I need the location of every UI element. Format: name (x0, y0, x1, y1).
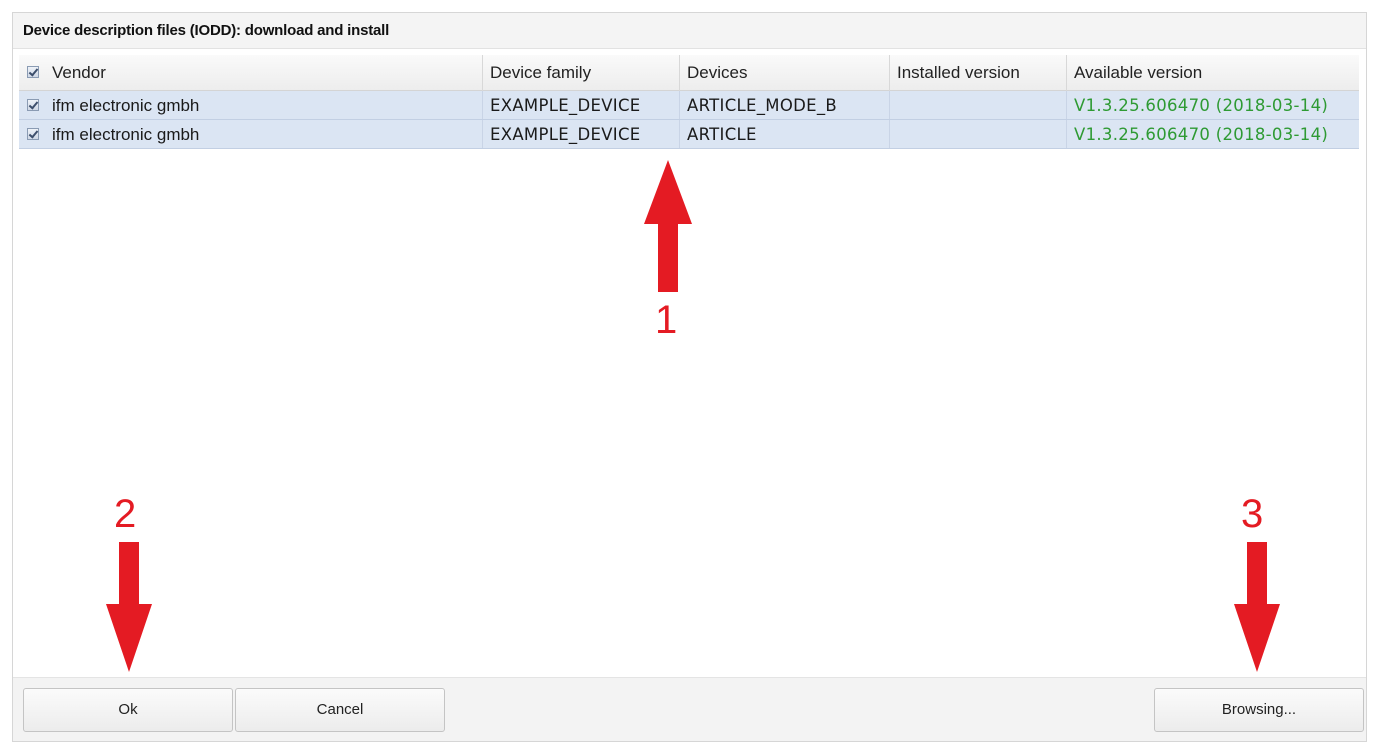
cell-device-family: EXAMPLE_DEVICE (483, 120, 680, 148)
cell-vendor: ifm electronic gmbh (45, 120, 483, 148)
annotation-arrow-down-icon (1234, 542, 1280, 672)
cell-devices: ARTICLE_MODE_B (680, 91, 890, 119)
column-header-installed-version[interactable]: Installed version (890, 55, 1067, 91)
browsing-button[interactable]: Browsing... (1154, 688, 1364, 732)
cell-devices: ARTICLE (680, 120, 890, 148)
ok-button[interactable]: Ok (23, 688, 233, 732)
table-row[interactable]: ifm electronic gmbh EXAMPLE_DEVICE ARTIC… (19, 91, 1359, 120)
column-header-available-version[interactable]: Available version (1067, 55, 1359, 91)
annotation-arrow-down-icon (106, 542, 152, 672)
column-header-vendor[interactable]: Vendor (45, 55, 483, 91)
cell-device-family: EXAMPLE_DEVICE (483, 91, 680, 119)
cancel-button[interactable]: Cancel (235, 688, 445, 732)
annotation-arrow-up-icon (644, 160, 692, 292)
table-row[interactable]: ifm electronic gmbh EXAMPLE_DEVICE ARTIC… (19, 120, 1359, 149)
iodd-table: Vendor Device family Devices Installed v… (19, 55, 1359, 675)
dialog-title: Device description files (IODD): downloa… (13, 13, 1366, 49)
table-header: Vendor Device family Devices Installed v… (19, 55, 1359, 91)
cell-installed-version (890, 120, 1067, 148)
column-header-devices[interactable]: Devices (680, 55, 890, 91)
dialog-footer: Ok Cancel Browsing... (13, 677, 1366, 741)
row-checkbox[interactable] (27, 128, 39, 140)
annotation-label-3: 3 (1241, 492, 1264, 536)
cell-available-version: V1.3.25.606470 (2018-03-14) (1074, 96, 1329, 115)
cell-available-version: V1.3.25.606470 (2018-03-14) (1074, 125, 1329, 144)
annotation-label-2: 2 (114, 492, 137, 536)
iodd-dialog: Device description files (IODD): downloa… (12, 12, 1367, 742)
select-all-checkbox[interactable] (27, 66, 39, 78)
cell-vendor: ifm electronic gmbh (45, 91, 483, 119)
cell-installed-version (890, 91, 1067, 119)
annotation-label-1: 1 (655, 298, 678, 342)
row-checkbox[interactable] (27, 99, 39, 111)
column-header-device-family[interactable]: Device family (483, 55, 680, 91)
